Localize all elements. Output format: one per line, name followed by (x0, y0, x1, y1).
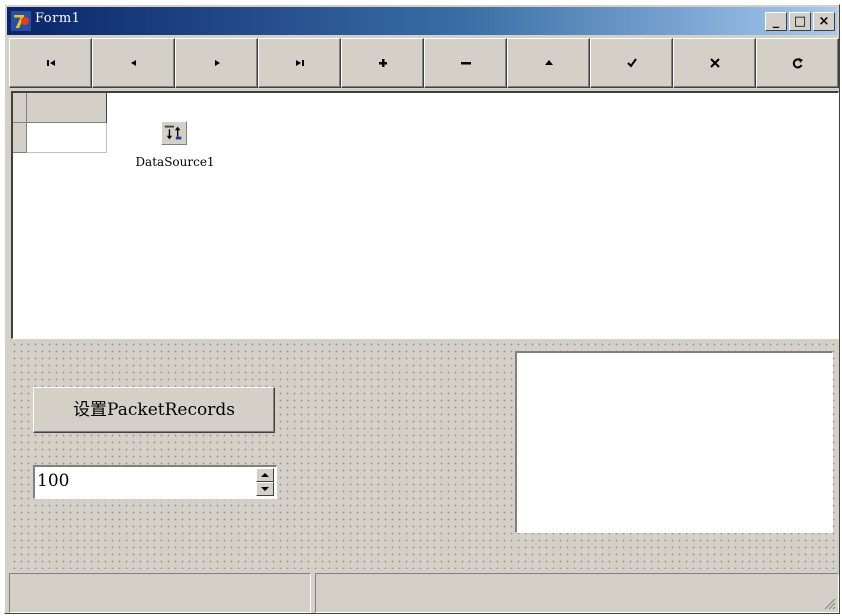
spin-up-button[interactable] (256, 468, 274, 482)
nav-prior-button[interactable] (92, 38, 175, 88)
spin-down-icon (261, 487, 269, 491)
datasource-label: DataSource1 (135, 155, 215, 169)
nav-first-button[interactable] (9, 38, 92, 88)
db-grid[interactable]: DataSource1 (11, 91, 839, 339)
cancel-record-icon (709, 58, 720, 68)
minimize-button[interactable]: _ (765, 12, 787, 31)
nav-edit-button[interactable] (507, 38, 590, 88)
prior-record-icon (130, 60, 136, 66)
grid-corner-cell (13, 93, 27, 123)
delphi-app-icon: 7 (11, 11, 31, 31)
form-client-area: 设置PacketRecords 100 (11, 341, 839, 569)
post-record-icon (626, 58, 637, 68)
nav-cancel-button[interactable] (673, 38, 756, 88)
grid-column-header[interactable] (27, 93, 107, 123)
spin-value[interactable]: 100 (37, 471, 69, 491)
nav-delete-button[interactable] (424, 38, 507, 88)
memo-box[interactable] (515, 351, 833, 533)
nav-next-button[interactable] (175, 38, 258, 88)
spin-down-button[interactable] (256, 482, 274, 496)
last-record-icon (295, 60, 304, 66)
status-bar (9, 571, 839, 613)
delete-record-icon (460, 62, 471, 65)
size-grip-icon[interactable] (822, 596, 836, 610)
edit-record-icon (544, 60, 553, 65)
next-record-icon (214, 60, 220, 66)
nav-last-button[interactable] (258, 38, 341, 88)
spin-up-icon (261, 473, 269, 477)
close-button[interactable]: × (813, 12, 835, 31)
db-navigator (9, 38, 839, 88)
nav-refresh-button[interactable] (756, 38, 839, 88)
insert-record-icon (378, 59, 387, 67)
status-panel-1 (9, 573, 311, 613)
title-bar[interactable]: 7 Form1 _ □ × (7, 7, 837, 35)
grid-row-indicator[interactable] (13, 123, 27, 153)
status-panel-2 (315, 573, 839, 613)
datasource-component[interactable]: DataSource1 (125, 121, 225, 181)
refresh-record-icon (792, 58, 803, 69)
maximize-button[interactable]: □ (789, 12, 811, 31)
form-window: 7 Form1 _ □ × DataSource1 设置PacketRecord… (4, 4, 840, 614)
first-record-icon (46, 60, 55, 66)
grid-cell[interactable] (27, 123, 107, 153)
nav-insert-button[interactable] (341, 38, 424, 88)
nav-post-button[interactable] (590, 38, 673, 88)
set-packetrecords-button[interactable]: 设置PacketRecords (33, 387, 275, 433)
packet-spin-edit[interactable]: 100 (33, 465, 277, 499)
datasource-icon (161, 121, 187, 145)
window-title: Form1 (35, 11, 81, 26)
